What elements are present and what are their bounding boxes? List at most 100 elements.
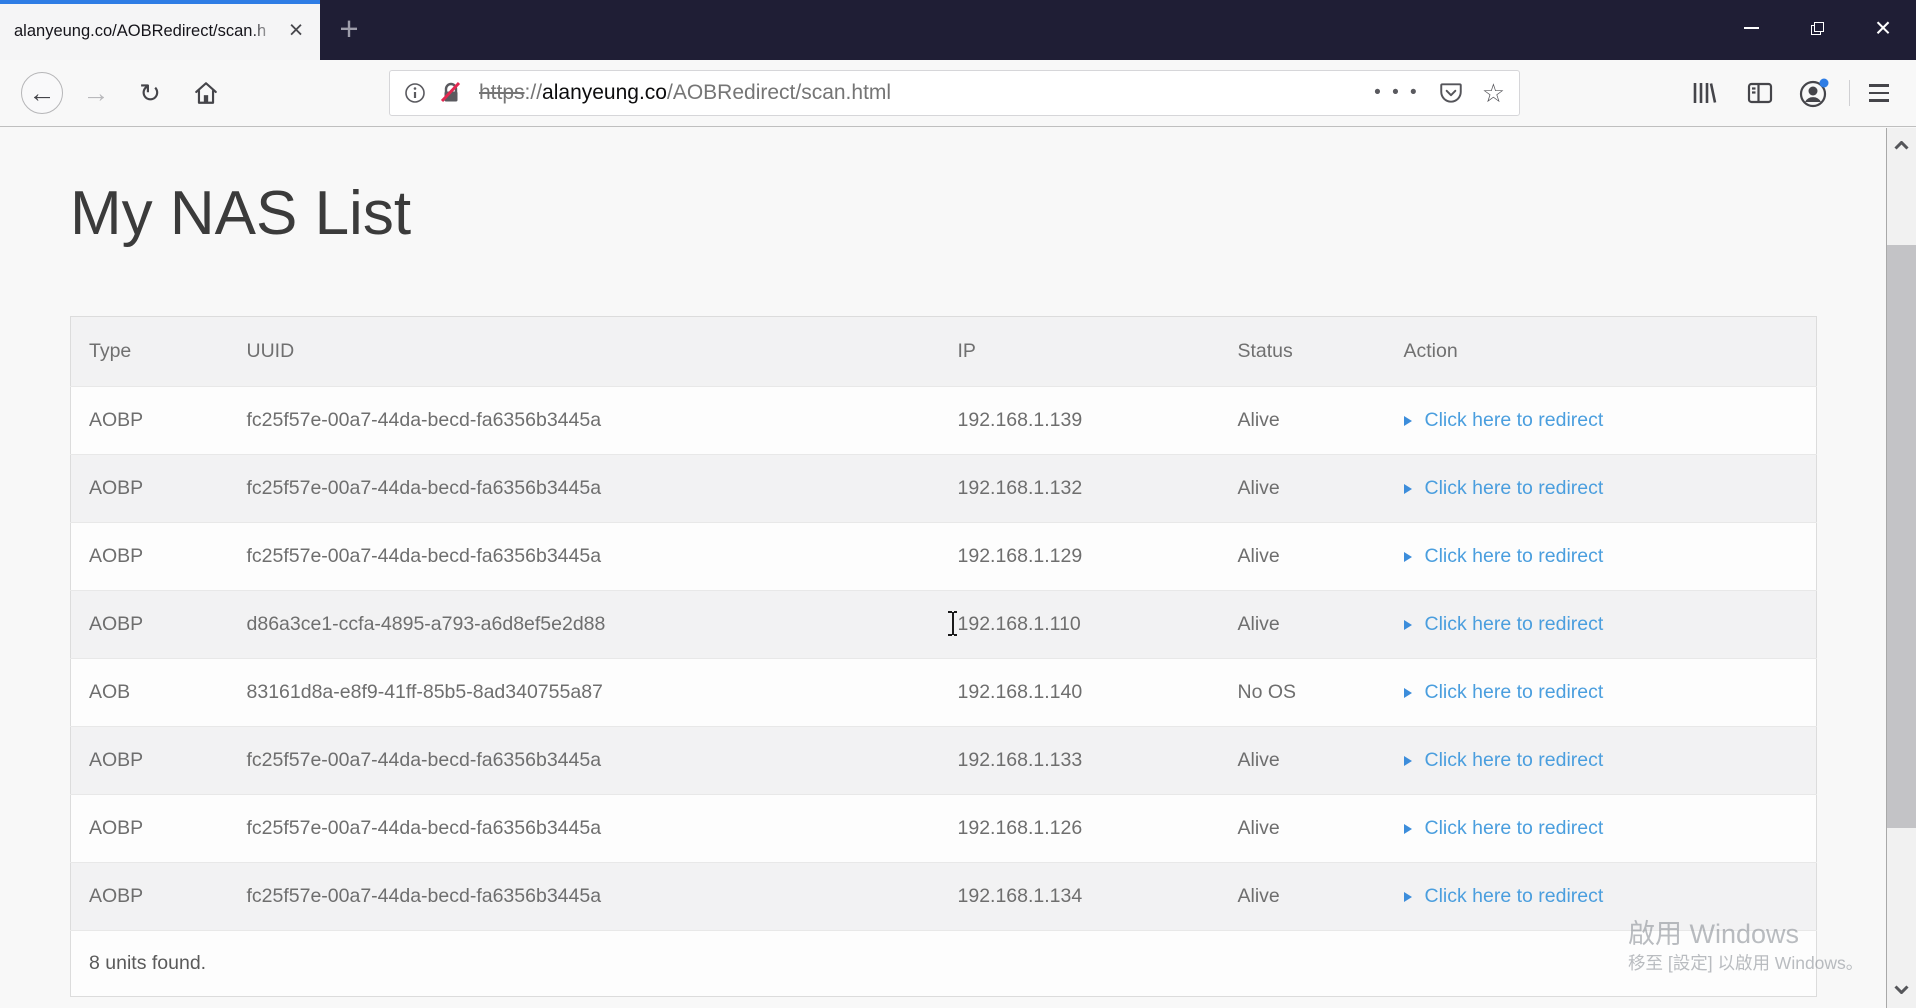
forward-button[interactable]: → [78, 60, 114, 126]
scroll-up-button[interactable] [1887, 130, 1916, 160]
table-row: AOBP fc25f57e-00a7-44da-becd-fa6356b3445a… [70, 726, 1817, 795]
menu-icon [1869, 84, 1889, 87]
status-cell: Alive [1237, 817, 1280, 839]
redirect-link[interactable]: Click here to redirect [1403, 477, 1604, 500]
status-cell: No OS [1237, 681, 1297, 703]
bookmark-star-icon[interactable]: ☆ [1482, 78, 1505, 109]
redirect-link-label: Click here to redirect [1424, 545, 1604, 568]
ip-cell: 192.168.1.134 [957, 885, 1083, 907]
home-icon [195, 82, 217, 104]
type-cell: AOBP [89, 613, 144, 635]
chevron-down-icon [1894, 984, 1909, 994]
table-row: AOBP fc25f57e-00a7-44da-becd-fa6356b3445a… [70, 522, 1817, 591]
redirect-link-label: Click here to redirect [1424, 817, 1604, 840]
account-button[interactable] [1792, 60, 1836, 126]
redirect-link[interactable]: Click here to redirect [1403, 749, 1604, 772]
type-cell: AOBP [89, 409, 144, 431]
page-actions-icon[interactable]: • • • [1374, 82, 1420, 104]
action-cell: Click here to redirect [1386, 455, 1817, 523]
ip-cell: 192.168.1.132 [957, 477, 1083, 499]
action-cell: Click here to redirect [1386, 591, 1817, 659]
back-button[interactable]: ← [21, 72, 63, 114]
navigation-toolbar: ← → ↻ https://alanyeung.co/AOBRedirect/s… [0, 60, 1916, 127]
page-title: My NAS List [70, 179, 412, 248]
uuid-cell: fc25f57e-00a7-44da-becd-fa6356b3445a [246, 749, 602, 771]
table-body: AOBP fc25f57e-00a7-44da-becd-fa6356b3445a… [70, 386, 1817, 931]
url-separator: :// [524, 81, 543, 104]
redirect-link[interactable]: Click here to redirect [1403, 545, 1604, 568]
redirect-link[interactable]: Click here to redirect [1403, 817, 1604, 840]
type-cell: AOBP [89, 477, 144, 499]
window-controls: × [1718, 0, 1916, 56]
ip-cell: 192.168.1.110 [957, 613, 1081, 635]
redirect-link-label: Click here to redirect [1424, 681, 1604, 704]
reload-icon: ↻ [139, 77, 161, 108]
redirect-link[interactable]: Click here to redirect [1403, 885, 1604, 908]
arrow-right-icon [1403, 755, 1412, 766]
arrow-right-icon [1403, 483, 1412, 494]
restore-button[interactable] [1784, 0, 1850, 56]
table-footer-row: 8 units found. [70, 930, 1817, 997]
minimize-button[interactable] [1718, 0, 1784, 56]
sidebar-button[interactable] [1739, 60, 1781, 126]
action-cell: Click here to redirect [1386, 863, 1817, 931]
tab-close-icon[interactable]: × [282, 0, 310, 60]
insecure-lock-icon[interactable] [439, 81, 463, 105]
action-cell: Click here to redirect [1386, 727, 1817, 795]
arrow-right-icon [1403, 687, 1412, 698]
sidebar-icon [1747, 82, 1773, 104]
header-type: Type [70, 316, 229, 387]
status-cell: Alive [1237, 545, 1280, 567]
forward-icon: → [82, 77, 110, 108]
new-tab-button[interactable]: + [330, 0, 368, 60]
scrollbar-thumb[interactable] [1887, 245, 1916, 828]
tab-title: alanyeung.co/AOBRedirect/scan.h [14, 22, 267, 40]
menu-button[interactable] [1858, 60, 1900, 126]
status-cell: Alive [1237, 477, 1280, 499]
scroll-down-button[interactable] [1887, 974, 1916, 1004]
vertical-scrollbar[interactable] [1886, 128, 1916, 1008]
header-ip: IP [939, 316, 1220, 387]
site-info-icon[interactable] [404, 82, 426, 104]
action-cell: Click here to redirect [1386, 523, 1817, 591]
ip-cell: 192.168.1.129 [957, 545, 1083, 567]
toolbar-separator [1849, 80, 1850, 106]
table-row: AOB 83161d8a-e8f9-41ff-85b5-8ad340755a87 1… [70, 658, 1817, 727]
uuid-cell: d86a3ce1-ccfa-4895-a793-a6d8ef5e2d88 [246, 613, 606, 635]
redirect-link-label: Click here to redirect [1424, 409, 1604, 432]
redirect-link[interactable]: Click here to redirect [1403, 613, 1604, 636]
reload-button[interactable]: ↻ [130, 60, 170, 126]
url-path: /AOBRedirect/scan.html [666, 81, 892, 104]
redirect-link[interactable]: Click here to redirect [1403, 681, 1604, 704]
home-button[interactable] [186, 60, 226, 126]
nas-table: Type UUID IP Status Action AOBP fc25f57e-… [70, 316, 1817, 997]
redirect-link[interactable]: Click here to redirect [1403, 409, 1604, 432]
redirect-link-label: Click here to redirect [1424, 749, 1604, 772]
browser-tab[interactable]: alanyeung.co/AOBRedirect/scan.h × [0, 0, 320, 60]
url-host: alanyeung.co [542, 81, 667, 104]
table-row: AOBP fc25f57e-00a7-44da-becd-fa6356b3445a… [70, 386, 1817, 455]
type-cell: AOBP [89, 885, 144, 907]
uuid-cell: fc25f57e-00a7-44da-becd-fa6356b3445a [246, 545, 602, 567]
action-cell: Click here to redirect [1386, 795, 1817, 863]
library-button[interactable] [1682, 60, 1724, 126]
table-row: AOBP fc25f57e-00a7-44da-becd-fa6356b3445a… [70, 794, 1817, 863]
back-icon: ← [28, 77, 56, 108]
redirect-link-label: Click here to redirect [1424, 885, 1604, 908]
uuid-cell: 83161d8a-e8f9-41ff-85b5-8ad340755a87 [246, 681, 603, 703]
table-header-row: Type UUID IP Status Action [70, 316, 1817, 387]
table-row: AOBP d86a3ce1-ccfa-4895-a793-a6d8ef5e2d88… [70, 590, 1817, 659]
units-found-label: 8 units found. [89, 952, 207, 974]
close-icon: × [1874, 12, 1892, 43]
url-text: https://alanyeung.co/AOBRedirect/scan.ht… [479, 81, 891, 105]
action-cell: Click here to redirect [1386, 659, 1817, 727]
ip-cell: 192.168.1.133 [957, 749, 1083, 771]
header-status: Status [1219, 316, 1386, 387]
url-bar[interactable]: https://alanyeung.co/AOBRedirect/scan.ht… [389, 70, 1520, 116]
redirect-link-label: Click here to redirect [1424, 613, 1604, 636]
close-button[interactable]: × [1850, 0, 1916, 56]
ip-cell: 192.168.1.126 [957, 817, 1083, 839]
redirect-link-label: Click here to redirect [1424, 477, 1604, 500]
pocket-icon[interactable] [1438, 80, 1464, 106]
table-row: AOBP fc25f57e-00a7-44da-becd-fa6356b3445a… [70, 862, 1817, 931]
